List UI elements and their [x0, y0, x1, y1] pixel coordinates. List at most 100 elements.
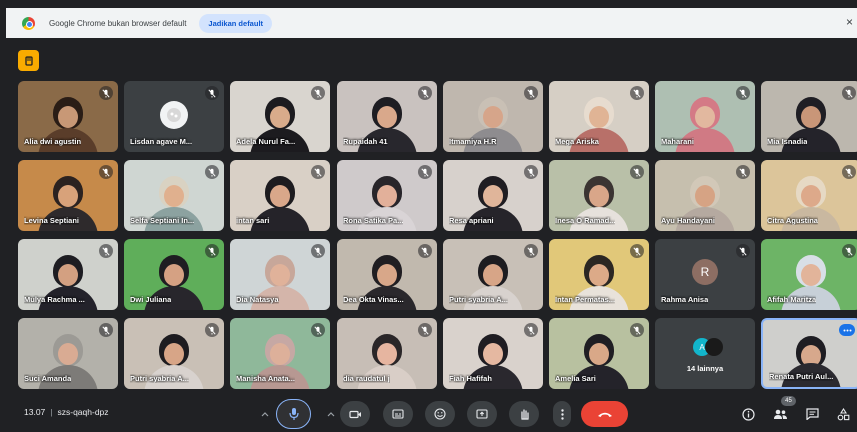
present-icon: [476, 409, 488, 419]
participant-tile[interactable]: dia raudatul j: [337, 318, 437, 389]
participant-name: Dea Okta Vinas...: [343, 295, 404, 304]
participant-tile[interactable]: Manisha Anata...: [230, 318, 330, 389]
participant-name: Manisha Anata...: [236, 374, 295, 383]
muted-mic-icon: [205, 323, 219, 337]
participant-name: intan sari: [236, 216, 270, 225]
captions-icon: [392, 409, 404, 419]
meeting-separator: |: [50, 407, 53, 417]
participant-tile[interactable]: Alia dwi agustin: [18, 81, 118, 152]
participant-tile[interactable]: Afifah Maritza: [761, 239, 857, 310]
infobar-message: Google Chrome bukan browser default: [49, 18, 187, 28]
participant-name: Rupaidah 41: [343, 137, 388, 146]
muted-mic-icon: [842, 86, 856, 100]
camera-icon: [348, 410, 361, 418]
make-default-button[interactable]: Jadikan default: [199, 13, 273, 33]
participant-name: Resa apriani: [449, 216, 494, 225]
participant-name: Fiah Hafifah: [449, 374, 492, 383]
participant-name: Levina Septiani: [24, 216, 80, 225]
participant-name: Suci Amanda: [24, 374, 72, 383]
microphone-button[interactable]: [276, 399, 311, 429]
raised-hand-icon[interactable]: [18, 50, 39, 71]
meeting-info-button[interactable]: [740, 406, 756, 422]
muted-mic-icon: [418, 244, 432, 258]
participant-name: Putri syabria A...: [130, 374, 189, 383]
muted-mic-icon: [205, 86, 219, 100]
emoji-button[interactable]: [425, 401, 455, 427]
participant-tile[interactable]: Dia Natasya: [230, 239, 330, 310]
participant-tile[interactable]: Rona Satika Pa...: [337, 160, 437, 231]
participant-tile[interactable]: Amelia Sari: [549, 318, 649, 389]
emoji-icon: [434, 408, 446, 420]
muted-mic-icon: [736, 244, 750, 258]
muted-mic-icon: [736, 86, 750, 100]
participant-tile[interactable]: R Rahma Anisa: [655, 239, 755, 310]
muted-mic-icon: [99, 244, 113, 258]
participant-name: Renata Putri Aul...: [769, 372, 834, 381]
others-count-label: 14 lainnya: [686, 364, 724, 373]
participant-tile[interactable]: Lisdan agave M...: [124, 81, 224, 152]
participant-tile[interactable]: Fiah Hafifah: [443, 318, 543, 389]
infobar-close-icon[interactable]: ×: [846, 15, 853, 29]
participant-tile[interactable]: Intan Permatas...: [549, 239, 649, 310]
participant-tile[interactable]: Putri syabria A...: [443, 239, 543, 310]
more-icon: [560, 408, 564, 420]
participant-tile[interactable]: Maharani: [655, 81, 755, 152]
participant-tile[interactable]: Mega Ariska: [549, 81, 649, 152]
info-icon: [741, 407, 755, 421]
participant-tile[interactable]: Itmamiya H.R: [443, 81, 543, 152]
muted-mic-icon: [524, 165, 538, 179]
more-options-button[interactable]: [553, 401, 571, 427]
meeting-code: szs-qaqh-dpz: [57, 407, 109, 417]
camera-button[interactable]: [340, 401, 370, 427]
muted-mic-icon: [630, 323, 644, 337]
captions-button[interactable]: [383, 401, 413, 427]
participant-name: Inesa O Ramad...: [555, 216, 616, 225]
audio-options-chevron-icon[interactable]: [258, 401, 272, 427]
muted-mic-icon: [842, 165, 856, 179]
muted-mic-icon: [418, 165, 432, 179]
participant-name: dia raudatul j: [343, 374, 390, 383]
participant-name: Selfa Septiani In...: [130, 216, 195, 225]
activities-button[interactable]: [835, 406, 851, 422]
participant-tile[interactable]: Renata Putri Aul...: [761, 318, 857, 389]
end-call-button[interactable]: [581, 401, 628, 427]
participant-tile[interactable]: Adela Nurul Fa...: [230, 81, 330, 152]
participant-tile[interactable]: Resa apriani: [443, 160, 543, 231]
muted-mic-icon: [630, 86, 644, 100]
participant-tile[interactable]: A 14 lainnya: [655, 318, 755, 389]
muted-mic-icon: [311, 323, 325, 337]
participant-tile[interactable]: Dwi Juliana: [124, 239, 224, 310]
participant-name: Rahma Anisa: [661, 295, 709, 304]
people-button[interactable]: [772, 406, 788, 422]
video-options-chevron-icon[interactable]: [324, 401, 338, 427]
participant-name: Dia Natasya: [236, 295, 279, 304]
participant-name: Maharani: [661, 137, 694, 146]
participant-tile[interactable]: Citra Agustina: [761, 160, 857, 231]
muted-mic-icon: [418, 323, 432, 337]
participant-tile[interactable]: Mulya Rachma ...: [18, 239, 118, 310]
muted-mic-icon: [99, 323, 113, 337]
tile-more-icon[interactable]: [839, 324, 855, 336]
activities-icon: [837, 407, 849, 420]
muted-mic-icon: [736, 165, 750, 179]
present-screen-button[interactable]: [467, 401, 497, 427]
meeting-details: 13.07 | szs-qaqh-dpz: [24, 407, 109, 417]
participant-tile[interactable]: Putri syabria A...: [124, 318, 224, 389]
participant-tile[interactable]: Selfa Septiani In...: [124, 160, 224, 231]
participant-tile[interactable]: Suci Amanda: [18, 318, 118, 389]
participant-name: Afifah Maritza: [767, 295, 817, 304]
participant-name: Mulya Rachma ...: [24, 295, 85, 304]
participant-tile[interactable]: Ayu Handayani: [655, 160, 755, 231]
participant-tile[interactable]: intan sari: [230, 160, 330, 231]
participant-tile[interactable]: Dea Okta Vinas...: [337, 239, 437, 310]
muted-mic-icon: [205, 165, 219, 179]
meeting-time: 13.07: [24, 407, 46, 417]
participant-tile[interactable]: Rupaidah 41: [337, 81, 437, 152]
raise-hand-button[interactable]: [509, 401, 539, 427]
others-avatar-photo: [705, 338, 723, 356]
participant-tile[interactable]: Inesa O Ramad...: [549, 160, 649, 231]
muted-mic-icon: [630, 165, 644, 179]
participant-tile[interactable]: Levina Septiani: [18, 160, 118, 231]
participant-tile[interactable]: Mia Isnadia: [761, 81, 857, 152]
chat-button[interactable]: [804, 406, 820, 422]
